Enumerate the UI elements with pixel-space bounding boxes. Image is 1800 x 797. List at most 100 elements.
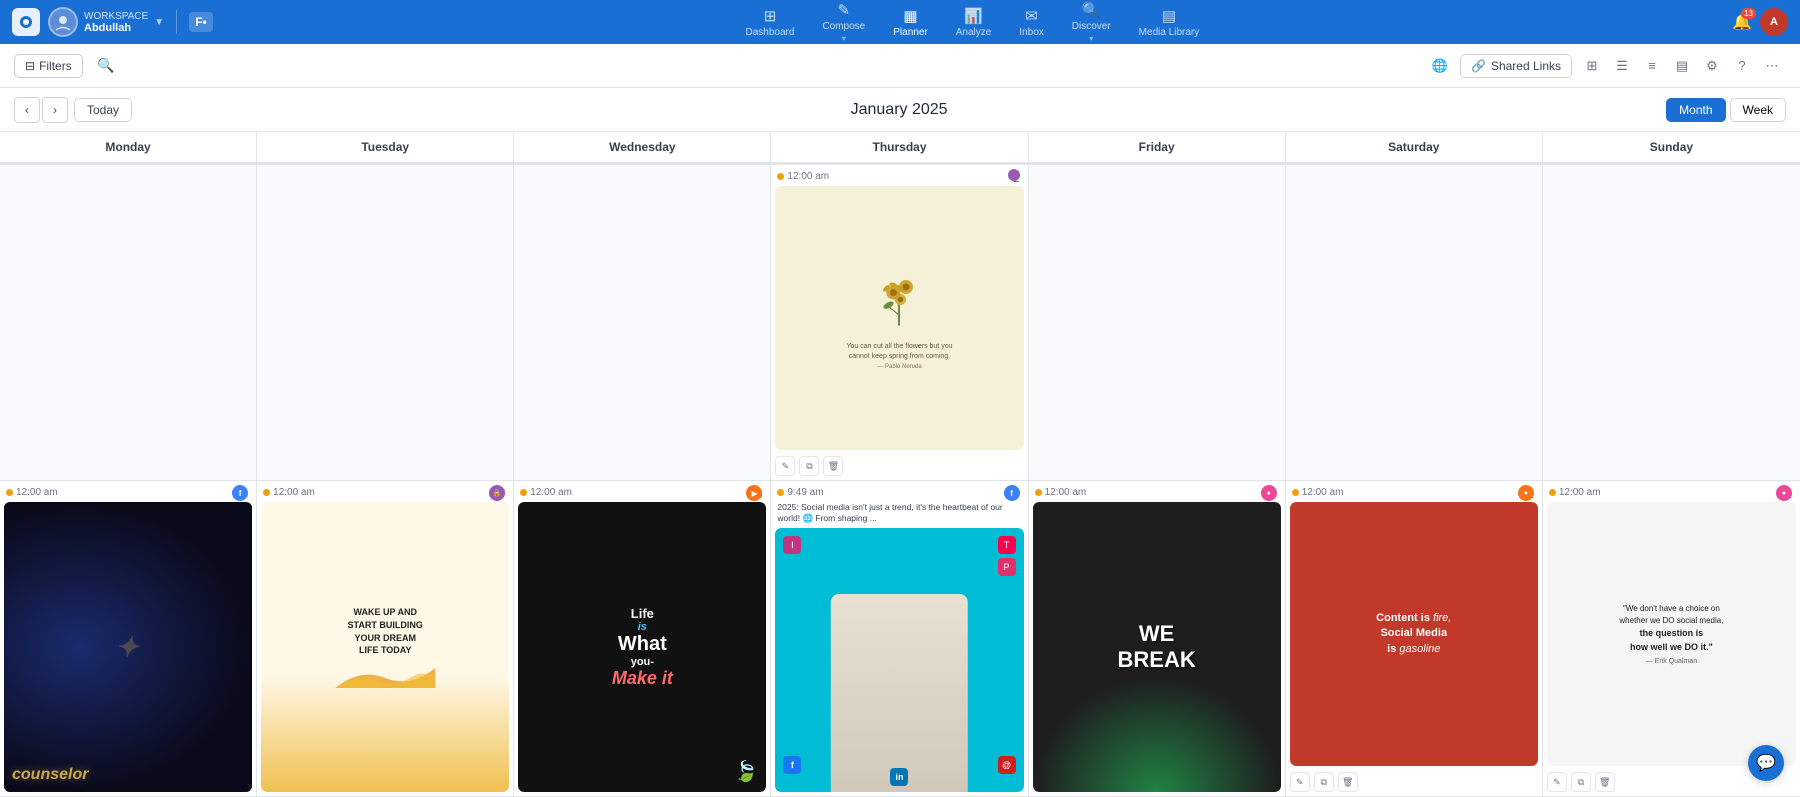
nav-right-actions: 🔔 13 A [1732, 8, 1788, 36]
search-button[interactable]: 🔍 [91, 51, 121, 81]
tiktok-icon: T [998, 536, 1016, 554]
nav-analyze[interactable]: 📊 Analyze [956, 7, 992, 38]
week-view-button[interactable]: Week [1730, 98, 1786, 122]
post-image-6[interactable]: ✦ counselor [4, 502, 252, 792]
day-cell-2[interactable]: 2 12:00 am [771, 165, 1028, 481]
post-platform-badge [1008, 169, 1020, 181]
app-logo[interactable] [12, 8, 40, 36]
today-button[interactable]: Today [74, 98, 132, 122]
delete-post-11-button[interactable]: 🗑 [1338, 772, 1358, 792]
list-view-button[interactable]: ☰ [1608, 52, 1636, 80]
chat-button[interactable]: 💬 [1748, 745, 1784, 781]
post-image-flower[interactable]: You can cut all the flowers but youcanno… [775, 186, 1023, 450]
prev-button[interactable]: ‹ [14, 97, 40, 123]
header-monday: Monday [0, 132, 257, 163]
month-view-button[interactable]: Month [1666, 98, 1725, 122]
shared-links-button[interactable]: 🔗 Shared Links [1460, 54, 1572, 78]
nav-planner[interactable]: ▦ Planner [893, 7, 927, 38]
globe-icon: 🌐 [1432, 58, 1448, 74]
duplicate-post-12-button[interactable]: ⧉ [1571, 772, 1591, 792]
search-icon: 🔍 [97, 57, 114, 74]
nav-inbox[interactable]: ✉ Inbox [1019, 7, 1043, 38]
post-caption-9: 2025: Social media isn't just a trend, i… [771, 500, 1027, 528]
post-image-8[interactable]: Life is What you- Make it 🍃 [518, 502, 766, 792]
we-break-text: WEBREAK [1118, 621, 1196, 674]
settings-button[interactable]: ⚙ [1698, 52, 1726, 80]
next-button[interactable]: › [42, 97, 68, 123]
leaf-icon: 🍃 [734, 759, 759, 784]
wake-text: WAKE UP ANDSTART BUILDINGYOUR DREAMLIFE … [348, 606, 423, 656]
media-library-icon: ▤ [1162, 7, 1176, 25]
day-cell-empty-2[interactable] [257, 165, 514, 481]
delete-post-12-button[interactable]: 🗑 [1595, 772, 1615, 792]
planner-toolbar: ⊟ Filters 🔍 🌐 🔗 Shared Links ⊞ ☰ ≡ ▤ ⚙ ?… [0, 44, 1800, 88]
duplicate-post-button[interactable]: ⧉ [799, 456, 819, 476]
day-cell-empty-5[interactable] [1286, 165, 1543, 481]
edit-post-11-button[interactable]: ✎ [1290, 772, 1310, 792]
flower-quote-text: You can cut all the flowers but youcanno… [847, 342, 953, 362]
delete-post-button[interactable]: 🗑 [823, 456, 843, 476]
duplicate-post-11-button[interactable]: ⧉ [1314, 772, 1334, 792]
post-image-11[interactable]: Content is fire, Social Media is gasolin… [1290, 502, 1538, 766]
day-cell-empty-3[interactable] [514, 165, 771, 481]
nav-media-library[interactable]: ▤ Media Library [1139, 7, 1200, 38]
what-word: What [618, 633, 667, 655]
post-image-7[interactable]: WAKE UP ANDSTART BUILDINGYOUR DREAMLIFE … [261, 502, 509, 792]
compact-view-button[interactable]: ≡ [1638, 52, 1666, 80]
grid-view-button[interactable]: ⊞ [1578, 52, 1606, 80]
post-image-12[interactable]: "We don't have a choice onwhether we DO … [1547, 502, 1796, 766]
post-image-10[interactable]: WEBREAK [1033, 502, 1281, 792]
more-button[interactable]: ⋯ [1758, 52, 1786, 80]
nav-dashboard[interactable]: ⊞ Dashboard [746, 7, 795, 38]
day-cell-empty-6[interactable] [1543, 165, 1800, 481]
wake-content: WAKE UP ANDSTART BUILDINGYOUR DREAMLIFE … [261, 502, 509, 792]
post-time-7: 12:00 am [257, 481, 513, 500]
calendar-cells: 2 12:00 am [0, 165, 1800, 797]
day-headers: Monday Tuesday Wednesday Thursday Friday… [0, 132, 1800, 165]
shared-links-label: Shared Links [1491, 59, 1561, 73]
workspace-label: WORKSPACE [84, 11, 148, 22]
filters-button[interactable]: ⊟ Filters [14, 54, 83, 78]
notifications-button[interactable]: 🔔 13 [1732, 12, 1752, 32]
quote-bold-text: the question ishow well we DO it." [1630, 628, 1713, 652]
day-cell-9[interactable]: 9 f 9:49 am 2025: Social media isn't jus… [771, 481, 1028, 797]
brand-icon[interactable]: F• [189, 12, 213, 32]
day-cell-7[interactable]: 7 🔒 12:00 am WAKE UP ANDSTART BUILDINGYO… [257, 481, 514, 797]
post-actions-2: ✎ ⧉ 🗑 [771, 454, 1027, 480]
post-image-9[interactable]: T P I f @ in [775, 528, 1023, 792]
social-content: T P I f @ in [775, 528, 1023, 792]
workspace-selector[interactable]: WORKSPACE Abdullah ▼ [48, 7, 164, 37]
day-cell-8[interactable]: 8 ▶ 12:00 am Life is What you- Make it 🍃 [514, 481, 771, 797]
pinterest-icon: P [998, 558, 1016, 576]
day-cell-empty-1[interactable] [0, 165, 257, 481]
social-icons-right: T P [998, 536, 1016, 576]
threads-icon: @ [998, 756, 1016, 774]
globe-button[interactable]: 🌐 [1426, 52, 1454, 80]
help-button[interactable]: ? [1728, 52, 1756, 80]
edit-post-button[interactable]: ✎ [775, 456, 795, 476]
linkedin-icon-bottom: in [890, 768, 908, 786]
gasoline-italic: gasoline [1399, 643, 1440, 655]
compose-icon: ✎ [838, 1, 851, 19]
linkedin-icon: in [890, 768, 908, 786]
post-actions-11: ✎ ⧉ 🗑 [1286, 770, 1542, 796]
is-word: is [638, 621, 647, 633]
timeline-view-button[interactable]: ▤ [1668, 52, 1696, 80]
day-cell-empty-4[interactable] [1029, 165, 1286, 481]
quote-text-block: "We don't have a choice onwhether we DO … [1619, 603, 1723, 665]
inbox-icon: ✉ [1025, 7, 1038, 25]
nav-compose[interactable]: ✎ Compose ▾ [822, 1, 865, 43]
life-text: Life is What you- Make it [612, 606, 673, 689]
day-cell-10[interactable]: 10 ● 12:00 am WEBREAK [1029, 481, 1286, 797]
user-avatar[interactable]: A [1760, 8, 1788, 36]
filters-label: Filters [39, 59, 72, 73]
edit-post-12-button[interactable]: ✎ [1547, 772, 1567, 792]
nav-discover[interactable]: 🔍 Discover ▾ [1072, 1, 1111, 43]
social-icons-left: I [783, 536, 801, 554]
calendar-navigation: ‹ › Today January 2025 Month Week [0, 88, 1800, 132]
day-cell-6[interactable]: 6 f 12:00 am ✦ counselor [0, 481, 257, 797]
post-time-12: 12:00 am [1543, 481, 1800, 500]
quote-text: "We don't have a choice onwhether we DO … [1619, 603, 1723, 654]
day-cell-11[interactable]: 11 ● 12:00 am Content is fire, Social Me… [1286, 481, 1543, 797]
green-splat [1033, 676, 1281, 792]
